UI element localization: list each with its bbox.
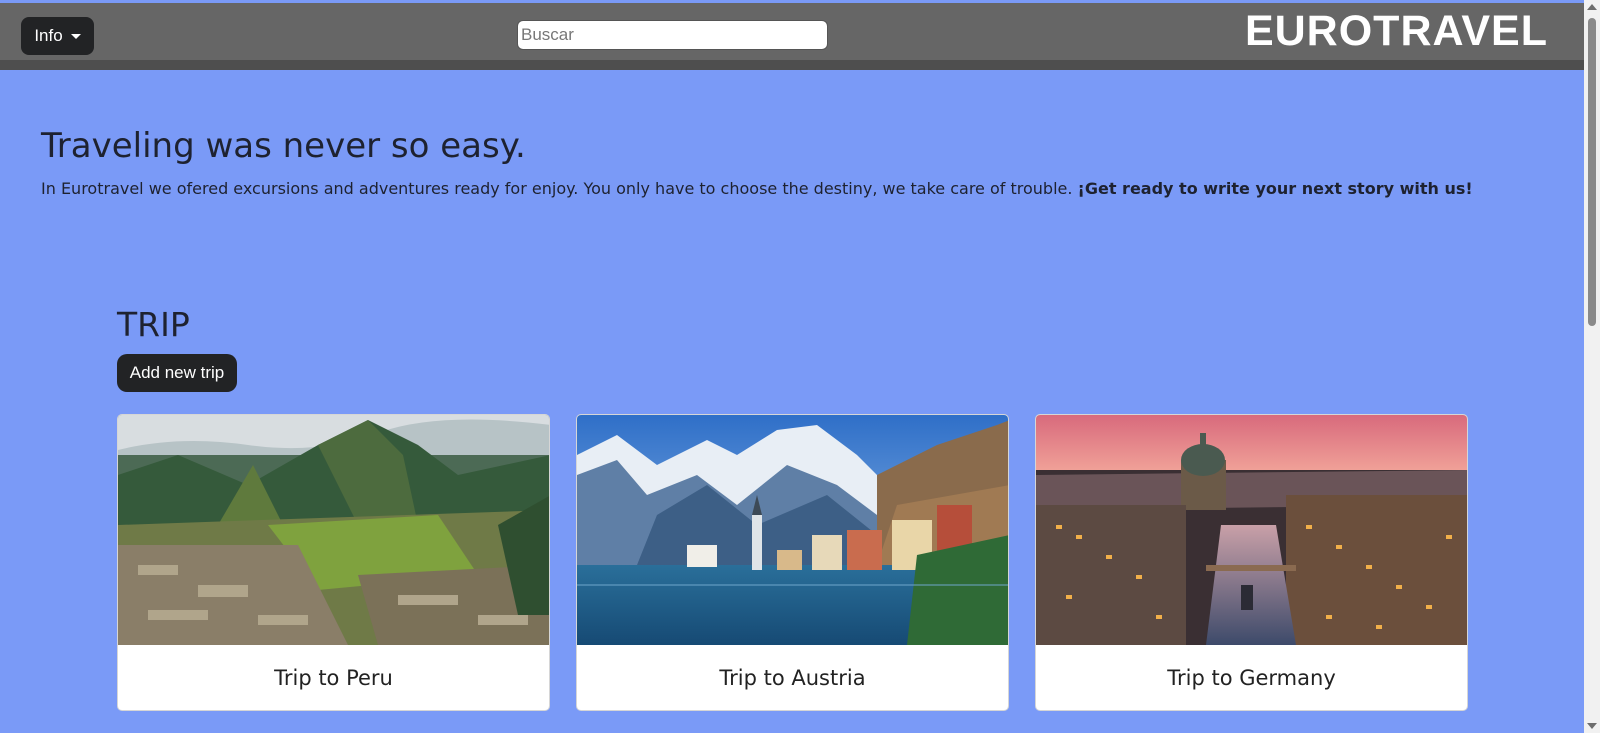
page-scrollbar[interactable]	[1584, 0, 1600, 733]
brand-logo[interactable]: EUROTRAVEL	[1245, 7, 1548, 56]
hero-description: In Eurotravel we ofered excursions and a…	[41, 179, 1073, 198]
scroll-up-icon[interactable]	[1587, 4, 1597, 10]
trip-card-peru[interactable]: Trip to Peru	[117, 414, 550, 711]
trip-card-title: Trip to Austria	[719, 666, 866, 690]
caret-down-icon	[70, 33, 81, 39]
peru-trip-image	[118, 415, 549, 645]
scroll-down-icon[interactable]	[1587, 723, 1597, 729]
navbar: Info EUROTRAVEL	[0, 3, 1584, 60]
trip-card-title: Trip to Peru	[274, 666, 393, 690]
trip-card-title: Trip to Germany	[1167, 666, 1336, 690]
navbar-shadow	[0, 60, 1584, 70]
trip-card-austria[interactable]: Trip to Austria	[576, 414, 1009, 711]
hero-text: In Eurotravel we ofered excursions and a…	[41, 179, 1581, 198]
info-dropdown-label: Info	[34, 26, 63, 45]
hero-title: Traveling was never so easy.	[41, 126, 526, 166]
germany-trip-image	[1036, 415, 1467, 645]
trip-card-germany[interactable]: Trip to Germany	[1035, 414, 1468, 711]
info-dropdown-button[interactable]: Info	[21, 17, 94, 55]
austria-trip-image	[577, 415, 1008, 645]
scroll-thumb[interactable]	[1588, 18, 1596, 326]
hero-highlight: ¡Get ready to write your next story with…	[1077, 179, 1473, 198]
search-input[interactable]	[517, 20, 828, 50]
trips-heading: TRIP	[117, 305, 190, 344]
add-trip-button[interactable]: Add new trip	[117, 354, 237, 392]
